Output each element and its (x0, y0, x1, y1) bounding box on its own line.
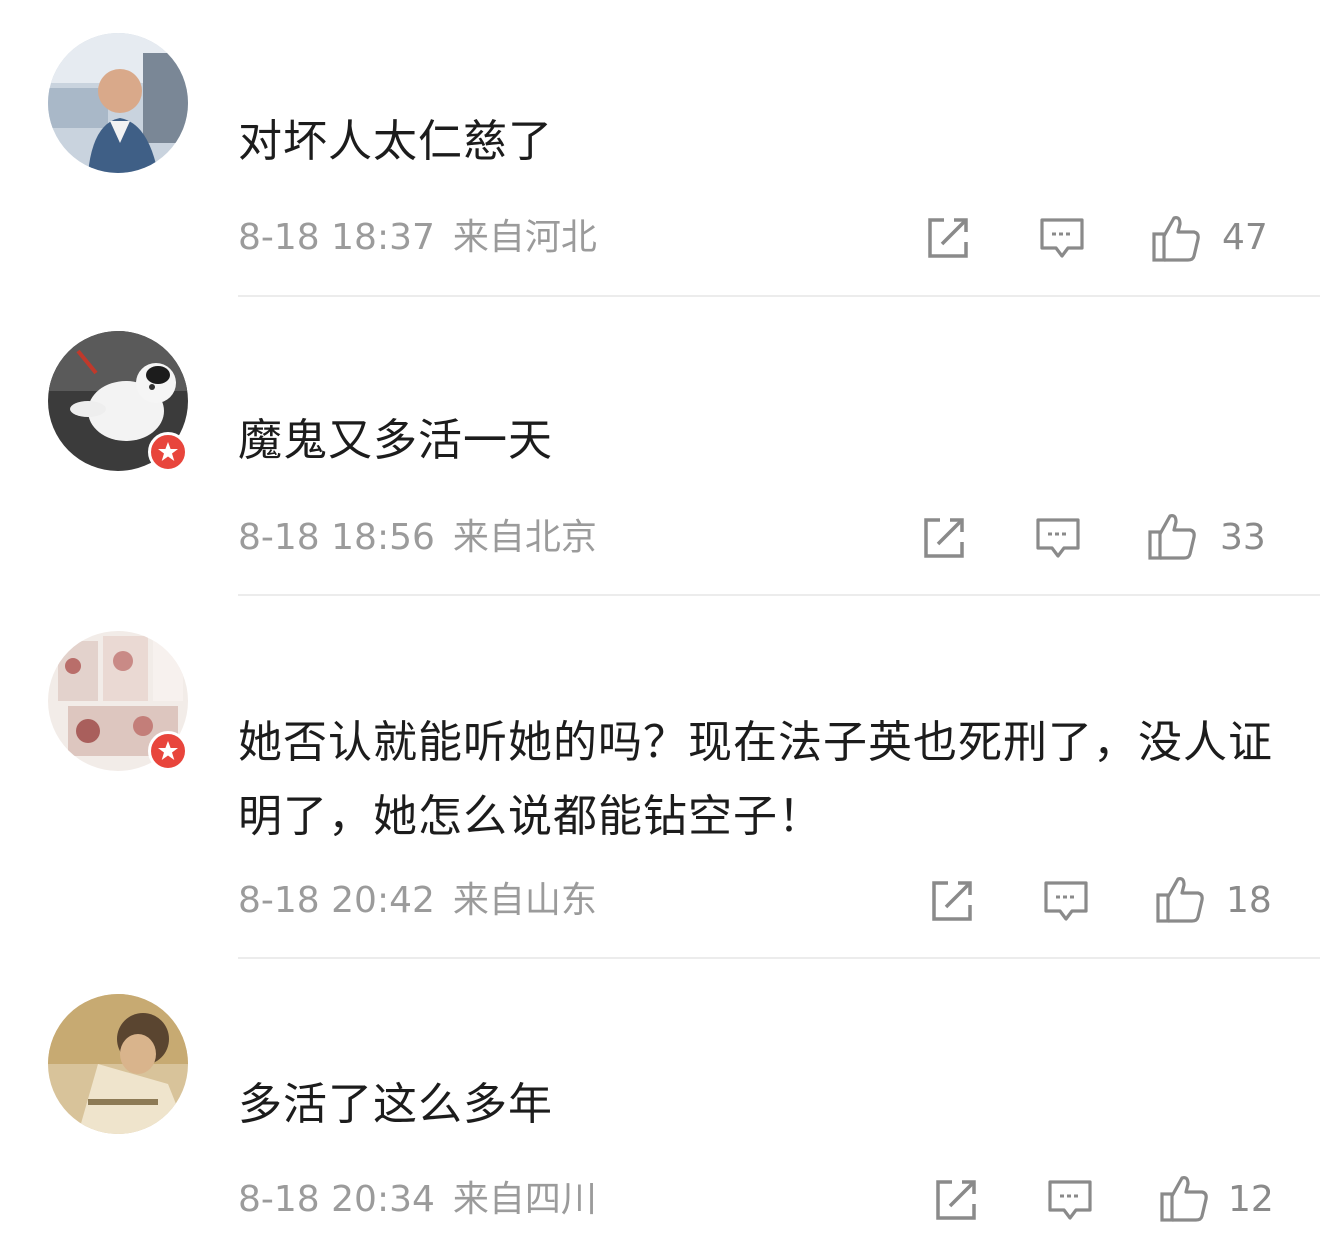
divider (238, 295, 1320, 297)
divider (238, 957, 1320, 959)
like-count: 18 (1226, 880, 1272, 921)
share-icon (936, 1180, 976, 1220)
comment-text: 多活了这么多年 (238, 1079, 553, 1130)
thumbs-up-icon (1156, 877, 1204, 923)
comment-icon (1040, 218, 1084, 258)
reply-button[interactable] (1042, 877, 1090, 925)
like-button[interactable] (1154, 873, 1204, 923)
verified-star-badge-icon (158, 741, 178, 760)
like-button[interactable] (1146, 510, 1196, 560)
comment-date: 8-18 18:56 (238, 517, 435, 558)
thumbs-up-icon (1160, 1176, 1208, 1222)
comment-meta: 8-18 20:42 来自山东 (238, 879, 615, 923)
comment-icon (1036, 518, 1080, 558)
share-icon (928, 218, 968, 258)
comment-meta: 8-18 20:34 来自四川 (238, 1178, 615, 1222)
share-button[interactable] (920, 514, 968, 562)
comment-text: 魔鬼又多活一天 (238, 415, 553, 466)
verified-badge (148, 432, 188, 472)
comment-date: 8-18 18:37 (238, 217, 435, 258)
comment-location: 来自北京 (452, 517, 597, 558)
comment-location: 来自山东 (452, 880, 597, 921)
share-button[interactable] (924, 214, 972, 262)
comment-icon (1048, 1180, 1092, 1220)
comment-icon (1044, 881, 1088, 921)
like-button[interactable] (1150, 212, 1200, 262)
avatar[interactable] (48, 994, 188, 1134)
avatar[interactable] (48, 33, 188, 173)
reply-button[interactable] (1046, 1176, 1094, 1224)
reply-button[interactable] (1034, 514, 1082, 562)
like-count: 33 (1220, 517, 1266, 558)
share-button[interactable] (928, 877, 976, 925)
comment-date: 8-18 20:42 (238, 880, 435, 921)
share-icon (924, 518, 964, 558)
comment-text: 对坏人太仁慈了 (238, 116, 553, 167)
comment-location: 来自四川 (452, 1179, 597, 1220)
verified-star-badge-icon (158, 442, 178, 461)
share-icon (932, 881, 972, 921)
comment-list: 对坏人太仁慈了 8-18 18:37 来自河北 47 魔鬼又多活一天 8-18 … (0, 0, 1320, 1246)
like-count: 12 (1228, 1179, 1274, 1220)
comment-meta: 8-18 18:37 来自河北 (238, 216, 615, 260)
comment-text: 她否认就能听她的吗？现在法子英也死刑了，没人证明了，她怎么说都能钻空子！ (238, 717, 1273, 842)
reply-button[interactable] (1038, 214, 1086, 262)
thumbs-up-icon (1152, 216, 1200, 262)
share-button[interactable] (932, 1176, 980, 1224)
like-count: 47 (1222, 217, 1268, 258)
thumbs-up-icon (1148, 514, 1196, 560)
comment-date: 8-18 20:34 (238, 1179, 435, 1220)
like-button[interactable] (1158, 1172, 1208, 1222)
comment-location: 来自河北 (452, 217, 597, 258)
verified-badge (148, 731, 188, 771)
divider (238, 594, 1320, 596)
comment-meta: 8-18 18:56 来自北京 (238, 516, 615, 560)
